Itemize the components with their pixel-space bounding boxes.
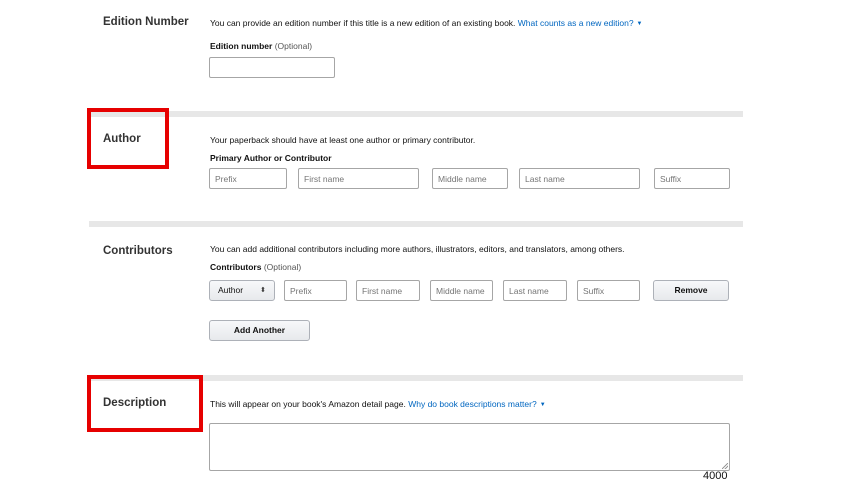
contributor-middle-name-input[interactable] (430, 280, 493, 301)
author-help-text: Your paperback should have at least one … (210, 135, 476, 145)
edition-help-link[interactable]: What counts as a new edition? (518, 18, 634, 28)
section-divider (89, 221, 743, 227)
edition-help: You can provide an edition number if thi… (210, 18, 643, 28)
edition-help-text: You can provide an edition number if thi… (210, 18, 516, 28)
author-middle-name-input[interactable] (432, 168, 508, 189)
add-another-button[interactable]: Add Another (209, 320, 310, 341)
description-help-link[interactable]: Why do book descriptions matter? (408, 399, 537, 409)
edition-number-input[interactable] (209, 57, 335, 78)
edition-section-title: Edition Number (103, 16, 189, 28)
description-textarea[interactable] (209, 423, 730, 471)
author-suffix-input[interactable] (654, 168, 730, 189)
contributor-suffix-input[interactable] (577, 280, 640, 301)
author-first-name-input[interactable] (298, 168, 419, 189)
description-char-count: 4000 (703, 470, 728, 482)
contributors-label-text: Contributors (210, 262, 262, 272)
select-arrows-icon: ⬍ (260, 287, 266, 294)
contributor-role-select[interactable]: Author ⬍ (209, 280, 275, 301)
author-prefix-input[interactable] (209, 168, 287, 189)
optional-tag: (Optional) (263, 262, 302, 272)
description-help: This will appear on your book's Amazon d… (210, 399, 546, 409)
caret-down-icon[interactable]: ▼ (637, 21, 643, 27)
contributor-role-value: Author (218, 285, 244, 295)
contributor-last-name-input[interactable] (503, 280, 567, 301)
remove-contributor-button[interactable]: Remove (653, 280, 729, 301)
contributors-section-title: Contributors (103, 245, 173, 257)
contributors-label: Contributors (Optional) (210, 262, 301, 272)
caret-down-icon[interactable]: ▼ (540, 402, 546, 408)
description-help-text: This will appear on your book's Amazon d… (210, 399, 406, 409)
optional-tag: (Optional) (274, 41, 313, 51)
section-divider (89, 111, 743, 117)
description-section-title: Description (103, 397, 167, 409)
contributor-prefix-input[interactable] (284, 280, 347, 301)
edition-number-label: Edition number (Optional) (210, 41, 312, 51)
author-section-title: Author (103, 133, 141, 145)
contributors-help-text: You can add additional contributors incl… (210, 244, 625, 254)
primary-author-label: Primary Author or Contributor (210, 153, 332, 163)
author-last-name-input[interactable] (519, 168, 640, 189)
edition-number-label-text: Edition number (210, 41, 273, 51)
contributor-first-name-input[interactable] (356, 280, 420, 301)
resize-handle-icon[interactable] (722, 463, 728, 469)
